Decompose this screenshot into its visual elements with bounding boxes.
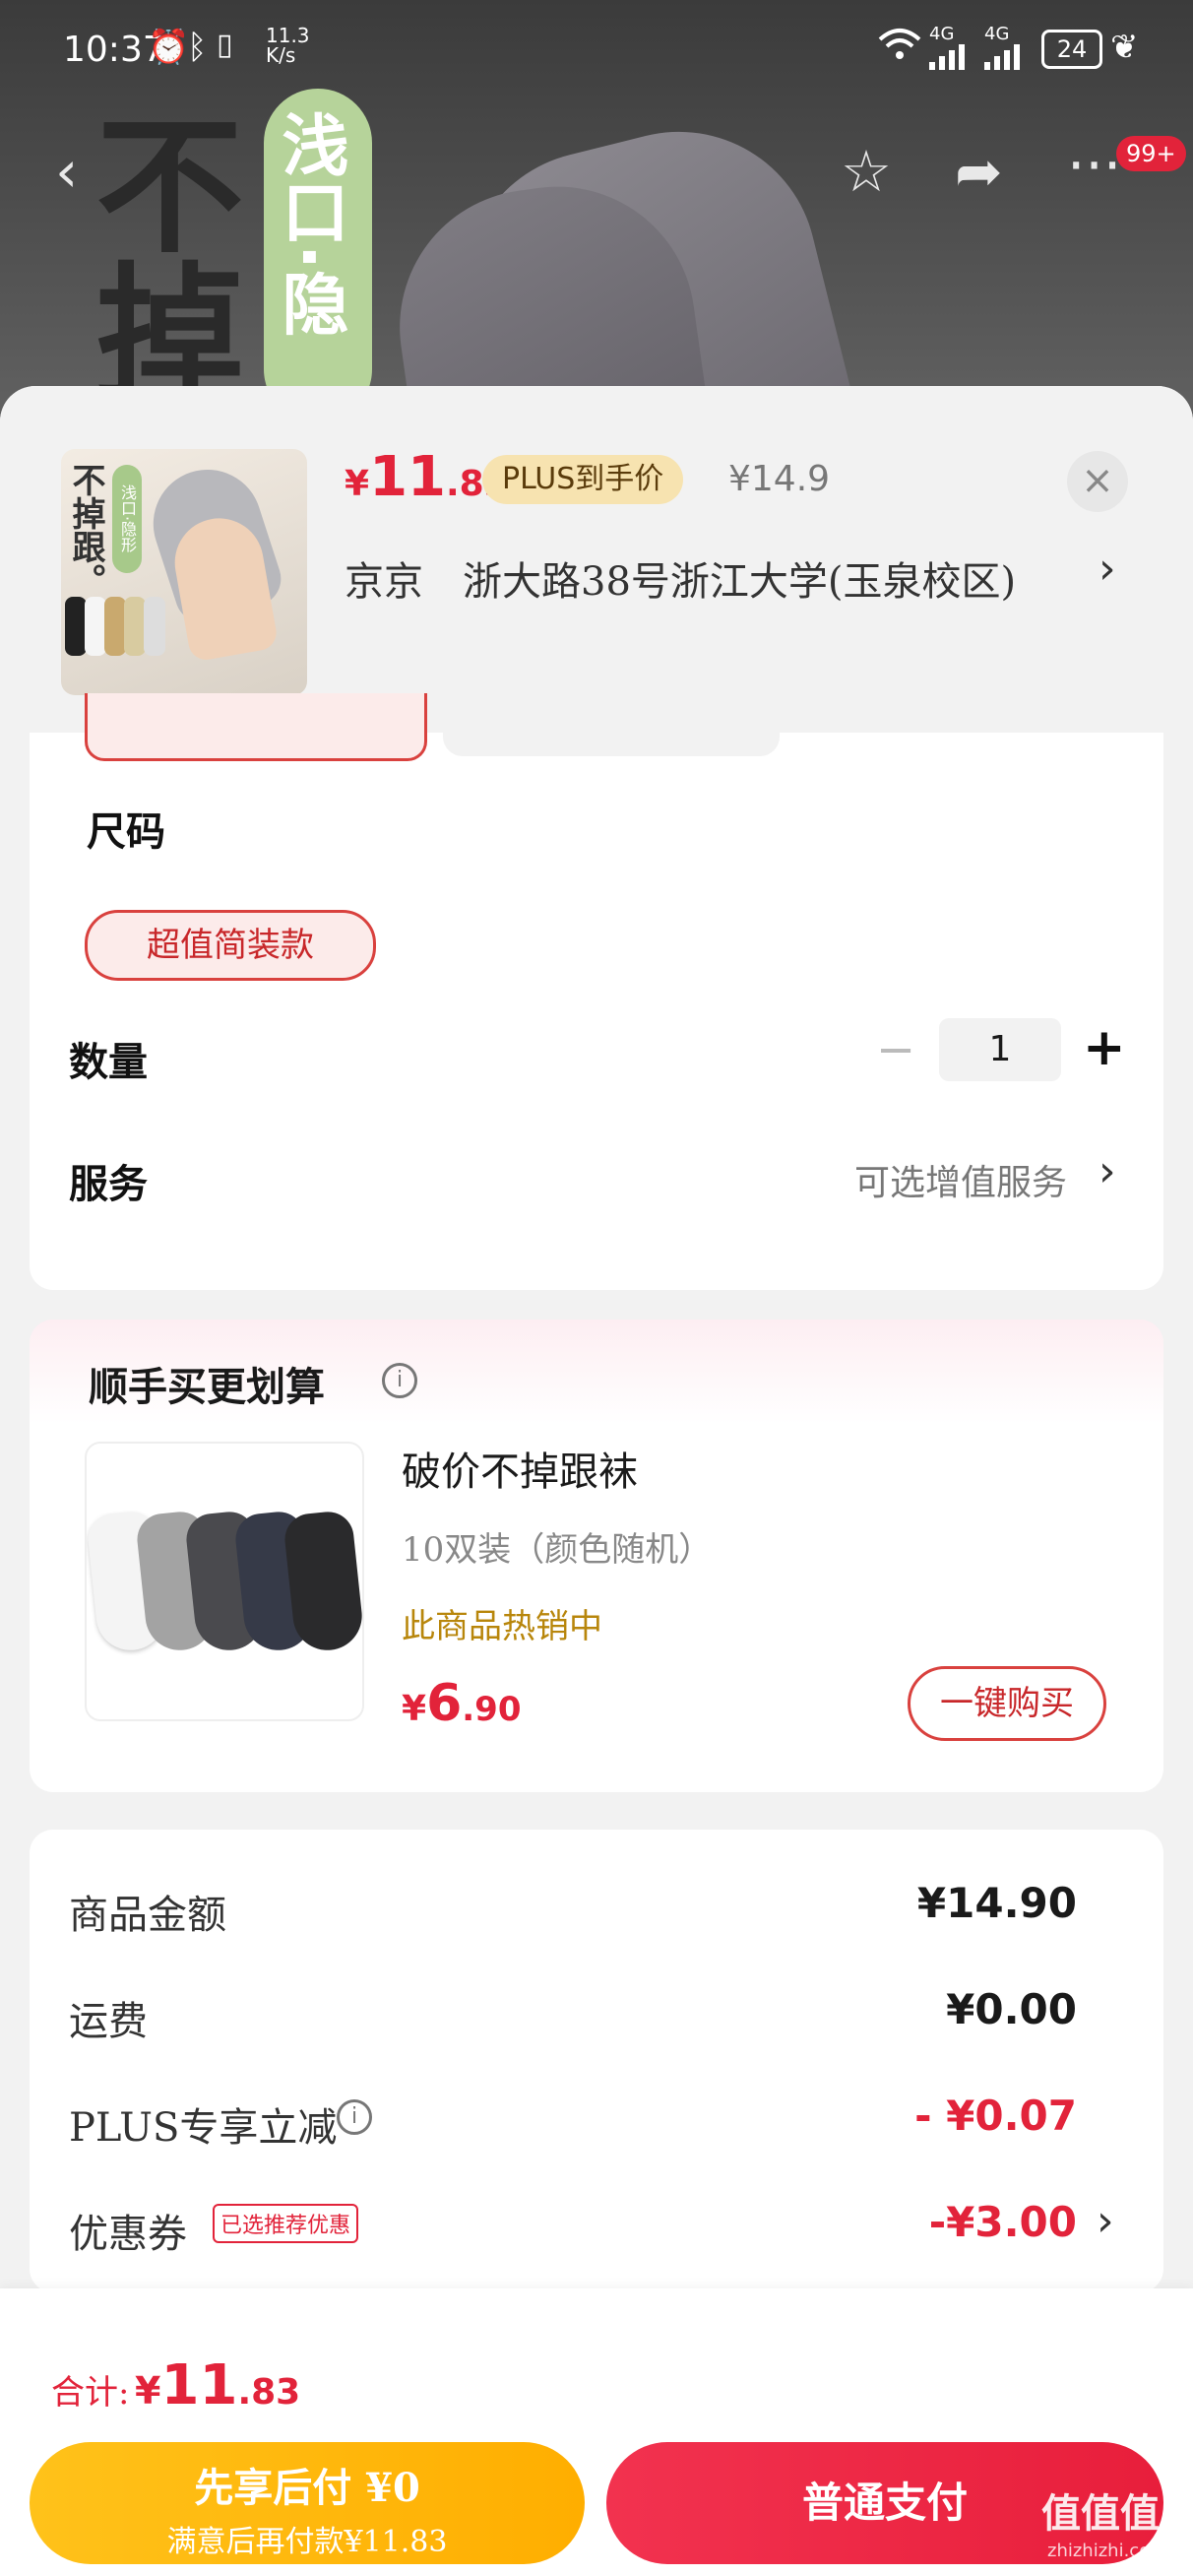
bundle-item-price: ¥6.90 bbox=[402, 1674, 522, 1733]
bundle-item-desc: 10双装（颜色随机） bbox=[402, 1530, 713, 1570]
bluetooth-icon: ᛒ bbox=[187, 28, 208, 67]
coupon-tag: 已选推荐优惠 bbox=[213, 2204, 359, 2243]
close-icon[interactable]: × bbox=[1067, 451, 1128, 512]
summary-label-shipping: 运费 bbox=[69, 1999, 148, 2044]
more-icon[interactable]: ··· bbox=[1067, 132, 1121, 199]
purchase-sheet: 不掉跟。 浅口·隐形 ¥11.83 PLUS到手价 ¥14.9 × 京京 浙大路… bbox=[0, 386, 1193, 2576]
order-total: 合计: ¥11.83 bbox=[51, 2353, 301, 2417]
info-icon[interactable]: i bbox=[382, 1363, 417, 1398]
message-badge: 99+ bbox=[1116, 136, 1186, 171]
bundle-item-name[interactable]: 破价不掉跟袜 bbox=[402, 1440, 638, 1497]
net-speed: 11.3 K/s bbox=[266, 24, 310, 67]
summary-label-goods: 商品金额 bbox=[69, 1893, 226, 1938]
pay-later-subtitle: 满意后再付款¥11.83 bbox=[166, 2525, 448, 2559]
pay-later-button[interactable]: 先享后付 ¥0 满意后再付款¥11.83 bbox=[30, 2442, 585, 2564]
bundle-item-image[interactable] bbox=[85, 1442, 364, 1721]
coupon-chevron-icon[interactable]: › bbox=[1097, 2196, 1114, 2246]
service-value[interactable]: 可选增值服务 bbox=[854, 1154, 1067, 1205]
quantity-minus-button[interactable]: − bbox=[876, 1022, 915, 1077]
favorite-star-icon[interactable]: ☆ bbox=[841, 138, 892, 205]
spec-card: 尺码 超值简装款 数量 − 1 + 服务 可选增值服务 › bbox=[30, 693, 1163, 1290]
delivery-address[interactable]: 京京 浙大路38号浙江大学(玉泉校区) bbox=[345, 549, 1016, 607]
bundle-title: 顺手买更划算 bbox=[89, 1365, 325, 1410]
service-chevron-icon[interactable]: › bbox=[1099, 1146, 1116, 1196]
summary-value-plus: - ¥0.07 bbox=[914, 2092, 1077, 2140]
address-chevron-icon[interactable]: › bbox=[1099, 544, 1116, 594]
product-thumbnail: 不掉跟。 浅口·隐形 bbox=[61, 449, 307, 695]
service-label: 服务 bbox=[69, 1161, 148, 1207]
summary-label-plus: PLUS专享立减 bbox=[69, 2105, 338, 2151]
battery-indicator: 24 bbox=[1041, 30, 1102, 69]
original-price: ¥14.9 bbox=[728, 459, 831, 499]
summary-value-goods: ¥14.90 bbox=[916, 1879, 1077, 1927]
plus-price-tag: PLUS到手价 bbox=[482, 455, 684, 504]
quantity-label: 数量 bbox=[69, 1039, 148, 1085]
signal-bars-1-icon bbox=[929, 39, 965, 79]
bundle-card: 顺手买更划算 i 破价不掉跟袜 10双装（颜色随机） 此商品热销中 ¥6.90 … bbox=[30, 1320, 1163, 1792]
vibrate-icon: ▯ bbox=[217, 28, 233, 62]
quantity-plus-button[interactable]: + bbox=[1083, 1018, 1126, 1077]
back-icon[interactable]: ‹ bbox=[55, 138, 78, 205]
watermark-logo: 值值值 bbox=[1041, 2491, 1160, 2537]
size-option-selected[interactable]: 超值简装款 bbox=[85, 910, 376, 981]
status-bar: 10:37 ⏰ ᛒ ▯ 11.3 K/s 4G 4G 24 ❦ bbox=[0, 0, 1193, 98]
summary-value-shipping: ¥0.00 bbox=[946, 1985, 1077, 2033]
size-label: 尺码 bbox=[87, 808, 165, 855]
color-option[interactable] bbox=[443, 693, 780, 756]
bundle-item-hot: 此商品热销中 bbox=[402, 1607, 602, 1646]
quantity-value[interactable]: 1 bbox=[939, 1018, 1061, 1081]
quick-buy-button[interactable]: 一键购买 bbox=[908, 1666, 1106, 1741]
signal-bars-2-icon bbox=[984, 39, 1020, 79]
pay-later-title: 先享后付 ¥0 bbox=[194, 2465, 420, 2511]
summary-value-coupon[interactable]: -¥3.00 bbox=[929, 2198, 1077, 2246]
price-summary-card: 商品金额 ¥14.90 运费 ¥0.00 PLUS专享立减 i - ¥0.07 … bbox=[30, 1830, 1163, 2292]
top-nav: ‹ ☆ ➦ ··· bbox=[0, 98, 1193, 205]
watermark-url: zhizhizhi.com bbox=[1047, 2541, 1167, 2561]
alarm-icon: ⏰ bbox=[148, 28, 190, 67]
sheet-header: 不掉跟。 浅口·隐形 ¥11.83 PLUS到手价 ¥14.9 × 京京 浙大路… bbox=[0, 386, 1193, 733]
share-icon[interactable]: ➦ bbox=[955, 138, 1003, 205]
summary-label-coupon: 优惠券 bbox=[69, 2212, 187, 2257]
wifi-icon bbox=[878, 28, 921, 70]
plus-info-icon[interactable]: i bbox=[337, 2099, 372, 2135]
leaf-icon: ❦ bbox=[1110, 28, 1139, 67]
color-option-selected[interactable] bbox=[85, 693, 427, 761]
